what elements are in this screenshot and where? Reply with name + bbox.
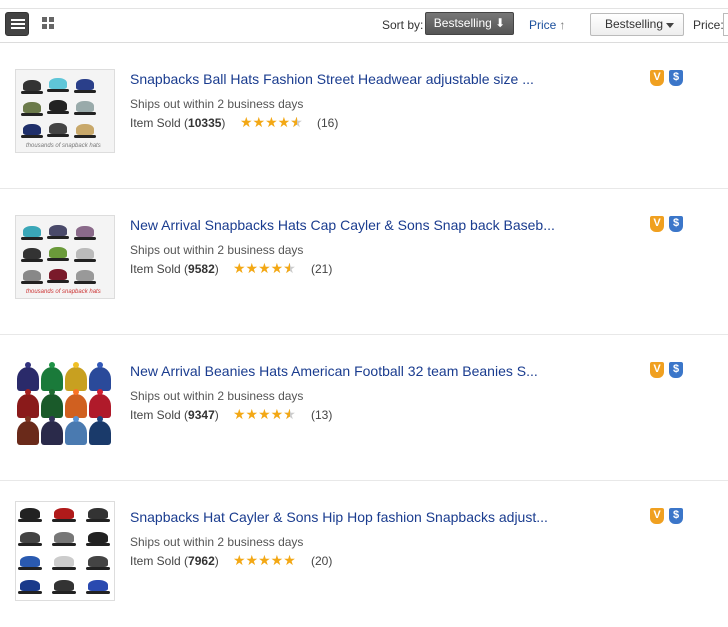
secure-payment-badge-icon: $ <box>669 70 683 86</box>
item-sold-count: 10335 <box>188 116 222 130</box>
verified-badge-icon: V <box>650 362 664 378</box>
shipping-info: Ships out within 2 business days <box>130 535 304 549</box>
list-view-icon[interactable] <box>5 12 29 36</box>
verified-badge-icon: V <box>650 508 664 524</box>
product-title-link[interactable]: Snapbacks Hat Cayler & Sons Hip Hop fash… <box>130 509 548 525</box>
top-border <box>0 0 728 9</box>
item-sold-label: Item Sold <box>130 262 181 276</box>
item-sold-count: 9582 <box>188 262 215 276</box>
grid-view-icon[interactable] <box>42 17 55 30</box>
product-row: New Arrival Beanies Hats American Footba… <box>0 335 728 481</box>
item-sold: Item Sold (9582) <box>130 262 219 276</box>
product-image[interactable]: thousands of snapback hats <box>15 215 115 299</box>
sort-select-value: Bestselling <box>605 17 664 31</box>
item-sold-label: Item Sold <box>130 554 181 568</box>
review-count-link[interactable]: (21) <box>311 262 332 276</box>
review-count-link[interactable]: (13) <box>311 408 332 422</box>
product-image[interactable]: thousands of snapback hats <box>15 69 115 153</box>
item-sold-label: Item Sold <box>130 116 181 130</box>
arrow-up-icon: ↑ <box>559 18 566 32</box>
product-title-link[interactable]: New Arrival Snapbacks Hats Cap Cayler & … <box>130 217 555 233</box>
item-sold: Item Sold (7962) <box>130 554 219 568</box>
shipping-info: Ships out within 2 business days <box>130 389 304 403</box>
rating-stars: ★★★★★ <box>240 114 303 131</box>
rating-stars: ★★★★★ <box>233 406 296 423</box>
product-image[interactable] <box>15 501 115 601</box>
secure-payment-badge-icon: $ <box>669 362 683 378</box>
sort-price-button[interactable]: Price ↑ <box>529 18 565 32</box>
sort-bestselling-button[interactable]: Bestselling ⬇ <box>425 12 514 35</box>
item-sold-count: 7962 <box>188 554 215 568</box>
rating-stars: ★★★★★ <box>233 552 296 568</box>
product-title-link[interactable]: New Arrival Beanies Hats American Footba… <box>130 363 538 379</box>
secure-payment-badge-icon: $ <box>669 508 683 524</box>
sort-select[interactable]: Bestselling <box>590 13 684 36</box>
review-count-link[interactable]: (16) <box>317 116 338 130</box>
sort-toolbar: Sort by: Bestselling ⬇ Price ↑ Bestsellin… <box>0 9 728 43</box>
review-count-link[interactable]: (20) <box>311 554 332 568</box>
chevron-down-icon <box>666 23 674 28</box>
item-sold: Item Sold (9347) <box>130 408 219 422</box>
thumb-caption: thousands of snapback hats <box>26 143 101 149</box>
product-row: thousands of snapback hats New Arrival S… <box>0 189 728 335</box>
sort-price-label: Price <box>529 18 557 32</box>
rating-stars: ★★★★★ <box>233 260 296 277</box>
verified-badge-icon: V <box>650 70 664 86</box>
item-sold: Item Sold (10335) <box>130 116 226 130</box>
shipping-info: Ships out within 2 business days <box>130 97 304 111</box>
product-row: Snapbacks Hat Cayler & Sons Hip Hop fash… <box>0 481 728 627</box>
item-sold-label: Item Sold <box>130 408 181 422</box>
product-row: thousands of snapback hats Snapbacks Bal… <box>0 43 728 189</box>
thumb-caption: thousands of snapback hats <box>26 289 101 295</box>
item-sold-count: 9347 <box>188 408 215 422</box>
price-filter-label: Price: <box>693 18 724 32</box>
product-title-link[interactable]: Snapbacks Ball Hats Fashion Street Headw… <box>130 71 534 87</box>
verified-badge-icon: V <box>650 216 664 232</box>
sort-by-label: Sort by: <box>382 18 424 32</box>
price-min-input[interactable] <box>723 13 728 36</box>
product-image[interactable] <box>15 361 115 445</box>
secure-payment-badge-icon: $ <box>669 216 683 232</box>
shipping-info: Ships out within 2 business days <box>130 243 304 257</box>
